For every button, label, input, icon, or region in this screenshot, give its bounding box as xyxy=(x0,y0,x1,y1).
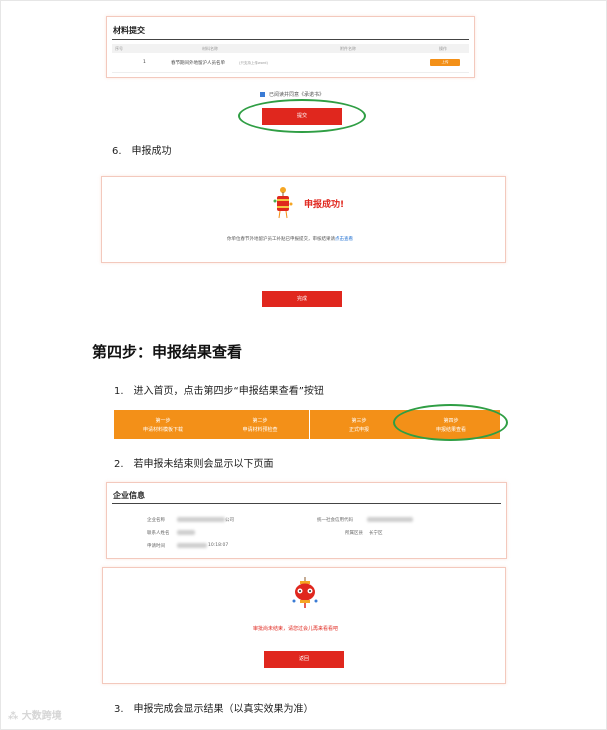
upload-button[interactable]: 上传 xyxy=(430,59,460,66)
step-3-text: 申报完成会显示结果（以真实效果为准） xyxy=(133,704,314,715)
step-2-text: 若申报未结束则会显示以下页面 xyxy=(133,459,274,470)
watermark-logo-icon: ⁂ xyxy=(8,711,22,722)
step-3-number: 3. xyxy=(114,704,124,715)
success-title: 申报成功! xyxy=(304,200,345,210)
redacted-contact xyxy=(177,530,195,535)
contact-label: 联系人姓名 xyxy=(147,531,170,536)
company-info-rule xyxy=(112,503,501,504)
button-step-desc: 正式申报 xyxy=(348,427,369,433)
row-index: 1 xyxy=(143,60,146,65)
redacted-company-name xyxy=(177,517,225,522)
agreement-checkbox-row[interactable]: 已阅读并同意《承诺书》 xyxy=(260,91,324,98)
company-name-label: 企业名称 xyxy=(147,518,165,523)
step-2: 2. 若申报未结束则会显示以下页面 xyxy=(114,455,274,470)
highlight-ellipse-submit xyxy=(238,99,366,133)
view-result-link[interactable]: 点击查看 xyxy=(335,237,353,242)
step-1-text: 进入首页，点击第四步“申报结果查看”按钮 xyxy=(133,386,324,397)
watermark-text: 大数跨境 xyxy=(21,711,62,722)
credit-code-label: 统一社会信用代码 xyxy=(317,518,353,523)
materials-title-rule xyxy=(112,39,469,40)
header-attachment: 附件名称 xyxy=(340,46,356,51)
pending-message: 审批尚未结束，请您过会儿再来看看吧 xyxy=(253,626,339,632)
step-6-number: 6. xyxy=(112,146,122,157)
button-step-label: 第二步 xyxy=(252,418,268,424)
step-6: 6. 申报成功 xyxy=(112,142,172,157)
watermark: ⁂ 大数跨境 xyxy=(8,707,62,722)
lantern-icon xyxy=(292,577,318,608)
apply-time-label: 申请时间 xyxy=(147,544,165,549)
step-2-number: 2. xyxy=(114,459,124,470)
success-desc-text: 你单位春节外地留沪员工补贴已申报提交，审核结果请 xyxy=(227,237,335,242)
district-label: 所属区县 xyxy=(345,531,363,536)
step-1-number: 1. xyxy=(114,386,124,397)
table-row xyxy=(112,72,469,73)
step2-precheck-button[interactable]: 第二步 申请材料预检查 xyxy=(211,410,309,439)
header-index: 序号 xyxy=(115,46,123,51)
company-info-title: 企业信息 xyxy=(113,491,145,500)
agreement-checkbox[interactable] xyxy=(260,92,265,97)
button-step-label: 第一步 xyxy=(155,418,171,424)
firecracker-icon xyxy=(273,187,293,219)
header-action: 操作 xyxy=(439,46,447,51)
button-step-desc: 申请材料预检查 xyxy=(242,427,278,433)
section-heading: 第四步：申报结果查看 xyxy=(92,343,243,361)
materials-card: 材料提交 序号 材料名称 附件名称 操作 1 春节期间外地留沪人员名单 (只支持… xyxy=(106,16,475,78)
redacted-apply-date xyxy=(177,543,207,548)
materials-title: 材料提交 xyxy=(113,26,145,35)
district-value: 长宁区 xyxy=(369,531,383,536)
agreement-text: 已阅读并同意《承诺书》 xyxy=(269,92,325,98)
step-6-text: 申报成功 xyxy=(131,146,172,157)
apply-time-value: 10:18:07 xyxy=(208,543,229,548)
row-material-name: 春节期间外地留沪人员名单 xyxy=(171,61,225,66)
company-name-suffix: 公司 xyxy=(225,518,234,523)
done-button[interactable]: 完成 xyxy=(262,291,342,307)
button-step-desc: 申请材料模板下载 xyxy=(142,427,183,433)
step-1: 1. 进入首页，点击第四步“申报结果查看”按钮 xyxy=(114,382,324,397)
header-name: 材料名称 xyxy=(202,46,218,51)
step1-template-download-button[interactable]: 第一步 申请材料模板下载 xyxy=(114,410,212,439)
step-3: 3. 申报完成会显示结果（以真实效果为准） xyxy=(114,700,314,715)
return-button[interactable]: 返回 xyxy=(264,651,344,668)
success-card: 申报成功! 你单位春节外地留沪员工补贴已申报提交，审核结果请点击查看 xyxy=(101,176,506,263)
materials-table-header: 序号 材料名称 附件名称 操作 xyxy=(112,44,469,53)
success-description: 你单位春节外地留沪员工补贴已申报提交，审核结果请点击查看 xyxy=(227,236,353,242)
company-info-card: 企业信息 企业名称 公司 统一社会信用代码 联系人姓名 所属区县 长宁区 申请时… xyxy=(106,482,507,559)
redacted-credit-code xyxy=(367,517,413,522)
row-note: (只支持上传word) xyxy=(239,61,268,65)
highlight-ellipse-step4 xyxy=(393,404,508,441)
